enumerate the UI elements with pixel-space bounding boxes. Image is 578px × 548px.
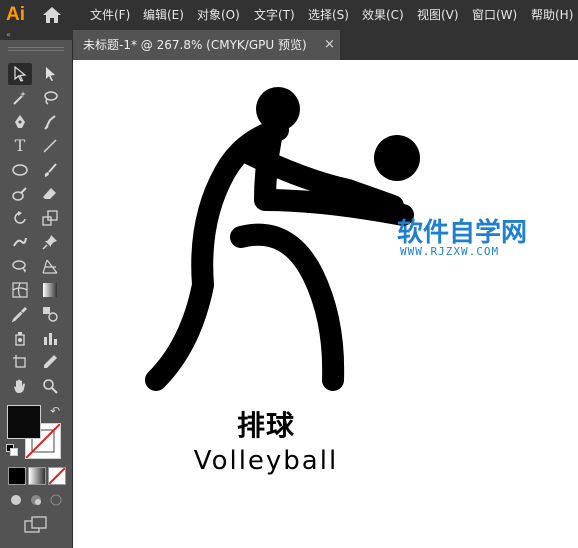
magic-wand-tool[interactable] — [8, 87, 32, 109]
puppet-warp-icon — [13, 237, 27, 247]
pin-tool[interactable] — [38, 231, 62, 253]
blend-icon — [43, 307, 58, 322]
shape-builder-tool[interactable] — [8, 255, 32, 277]
watermark-url: WWW.RJZXW.COM — [400, 245, 500, 258]
ellipse-tool[interactable] — [8, 159, 32, 181]
none-mode-button[interactable] — [48, 467, 66, 485]
player-right-leg — [230, 223, 345, 391]
none-icon — [49, 468, 65, 484]
menu-effect[interactable]: 效果(C) — [362, 0, 404, 30]
draw-behind-icon — [31, 495, 41, 505]
line-tool[interactable] — [38, 135, 62, 157]
gradient-tool[interactable] — [38, 279, 62, 301]
symbol-sprayer-icon — [15, 332, 25, 346]
caption-chinese: 排球 — [236, 409, 295, 442]
hand-icon — [14, 379, 25, 393]
panel-grip-icon[interactable] — [6, 44, 66, 56]
perspective-grid-icon — [42, 259, 58, 274]
blend-tool[interactable] — [38, 303, 62, 325]
document-tab[interactable]: 未标题-1* @ 267.8% (CMYK/GPU 预览) × — [73, 30, 340, 60]
gradient-icon — [43, 283, 57, 297]
lasso-tool[interactable] — [38, 87, 62, 109]
pin-icon — [42, 235, 57, 250]
hand-tool[interactable] — [8, 375, 32, 397]
puppet-warp-tool[interactable] — [8, 231, 32, 253]
shaper-icon — [12, 187, 27, 201]
draw-normal-icon — [11, 495, 21, 505]
menu-view[interactable]: 视图(V) — [417, 0, 459, 30]
menu-help[interactable]: 帮助(H) — [531, 0, 573, 30]
close-icon[interactable]: × — [324, 30, 335, 60]
slice-tool[interactable] — [38, 351, 62, 373]
curvature-icon — [44, 115, 56, 130]
shaper-tool[interactable] — [8, 183, 32, 205]
zoom-tool[interactable] — [38, 375, 62, 397]
column-graph-icon — [44, 333, 57, 345]
scale-icon — [42, 210, 58, 226]
line-segment-icon — [43, 139, 57, 153]
draw-inside-icon — [50, 494, 62, 506]
selection-icon — [14, 66, 27, 82]
menu-bar: Ai 文件(F) 编辑(E) 对象(O) 文字(T) 选择(S) 效果(C) 视… — [0, 0, 578, 30]
symbol-sprayer-tool[interactable] — [8, 327, 32, 349]
gradient-mode-button[interactable] — [28, 467, 46, 485]
lasso-icon — [44, 91, 58, 105]
selection-tool[interactable] — [8, 63, 32, 85]
fill-swatch[interactable] — [7, 405, 41, 439]
paintbrush-icon — [44, 163, 57, 177]
caption-english: Volleyball — [193, 446, 339, 476]
screen-mode-icon[interactable] — [24, 516, 48, 534]
menu-type[interactable]: 文字(T) — [254, 0, 295, 30]
shape-builder-icon — [12, 260, 26, 273]
menu-window[interactable]: 窗口(W) — [472, 0, 517, 30]
magic-wand-icon — [13, 91, 26, 105]
type-icon: T — [14, 136, 26, 155]
artboard-tool[interactable] — [8, 351, 32, 373]
rotate-icon — [14, 211, 26, 224]
menu-object[interactable]: 对象(O) — [197, 0, 240, 30]
menu-select[interactable]: 选择(S) — [308, 0, 349, 30]
direct-selection-icon — [46, 67, 55, 81]
document-tab-title: 未标题-1* @ 267.8% (CMYK/GPU 预览) — [83, 38, 307, 52]
eraser-tool[interactable] — [38, 183, 62, 205]
default-colors-icon[interactable] — [6, 444, 18, 456]
mesh-icon — [12, 282, 28, 298]
color-mode-button[interactable] — [8, 467, 26, 485]
home-icon[interactable] — [42, 6, 62, 24]
paintbrush-tool[interactable] — [38, 159, 62, 181]
perspective-grid-tool[interactable] — [38, 255, 62, 277]
draw-inside-button[interactable] — [48, 492, 64, 508]
eyedropper-icon — [12, 307, 27, 322]
collapse-panel-icon[interactable]: « — [6, 31, 11, 39]
eraser-icon — [43, 188, 56, 199]
pen-icon — [15, 115, 25, 128]
menu-edit[interactable]: 编辑(E) — [143, 0, 184, 30]
draw-normal-button[interactable] — [8, 492, 24, 508]
artboard-icon — [13, 355, 26, 368]
app-logo: Ai — [6, 4, 25, 25]
swap-fill-stroke-icon[interactable]: ↶ — [50, 404, 60, 418]
volleyball-ball — [374, 135, 420, 181]
type-tool[interactable]: T — [8, 135, 32, 157]
mesh-tool[interactable] — [8, 279, 32, 301]
direct-selection-tool[interactable] — [38, 63, 62, 85]
menu-file[interactable]: 文件(F) — [90, 0, 130, 30]
eyedropper-tool[interactable] — [8, 303, 32, 325]
ellipse-icon — [12, 164, 28, 176]
slice-icon — [44, 355, 57, 368]
zoom-icon — [43, 379, 58, 394]
rotate-tool[interactable] — [8, 207, 32, 229]
draw-behind-button[interactable] — [28, 492, 44, 508]
curvature-tool[interactable] — [38, 111, 62, 133]
pen-tool[interactable] — [8, 111, 32, 133]
scale-tool[interactable] — [38, 207, 62, 229]
column-graph-tool[interactable] — [38, 327, 62, 349]
watermark-text: 软件自学网 — [397, 218, 528, 248]
